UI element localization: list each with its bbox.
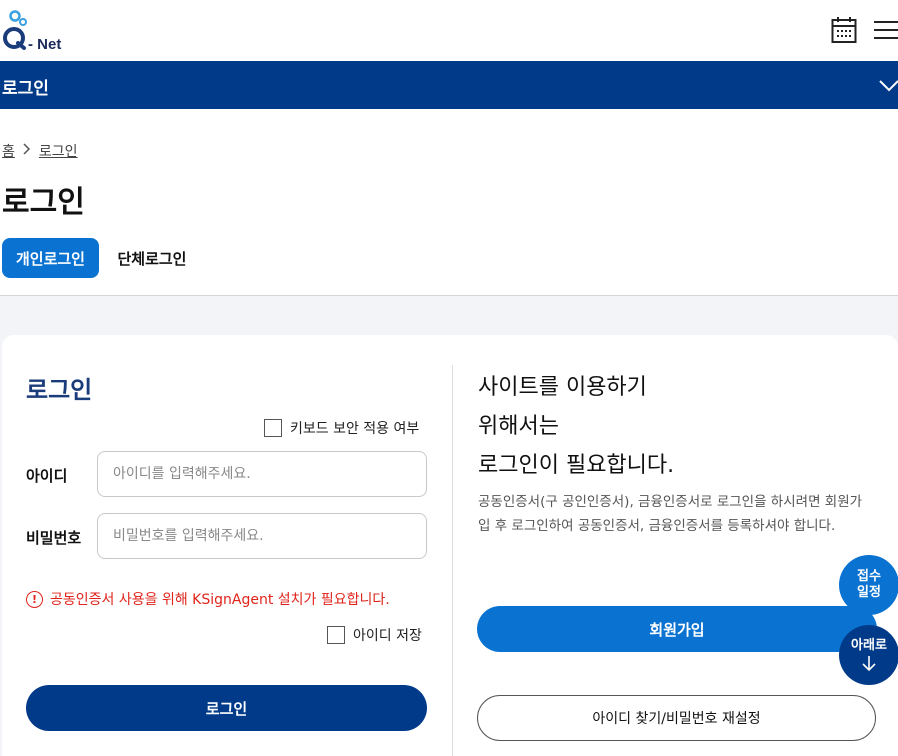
- save-id-checkbox[interactable]: [327, 626, 345, 644]
- logo-text: - Net: [28, 36, 62, 53]
- qnet-logo[interactable]: - Net: [2, 8, 72, 53]
- certificate-warning: ! 공동인증서 사용을 위해 KSignAgent 설치가 필요합니다.: [26, 589, 390, 609]
- breadcrumb-home[interactable]: 홈: [2, 141, 15, 161]
- info-heading-line-3: 로그인이 필요합니다.: [478, 453, 675, 478]
- calendar-icon: [831, 17, 857, 43]
- scroll-down-label: 아래로: [851, 638, 887, 653]
- info-heading-line-2: 위해서는: [478, 414, 559, 439]
- schedule-float-button[interactable]: 접수 일정: [839, 555, 898, 615]
- password-label: 비밀번호: [26, 529, 82, 547]
- password-input[interactable]: [97, 513, 427, 559]
- info-description: 공동인증서(구 공인인증서), 금융인증서로 로그인을 하시려면 회원가입 후 …: [478, 494, 863, 534]
- section-navbar[interactable]: 로그인: [0, 61, 898, 109]
- id-input[interactable]: [97, 451, 427, 497]
- chevron-right-icon: [23, 143, 31, 159]
- arrow-down-icon: [862, 656, 876, 672]
- card-separator: [452, 365, 453, 756]
- tab-group-login[interactable]: 단체로그인: [107, 238, 197, 278]
- scroll-down-float-button[interactable]: 아래로: [839, 625, 898, 685]
- schedule-label-1: 접수: [857, 569, 881, 584]
- info-heading-line-1: 사이트를 이용하기: [478, 375, 647, 400]
- navbar-title: 로그인: [2, 79, 49, 99]
- hamburger-icon: [874, 21, 898, 39]
- warning-icon: !: [26, 590, 43, 608]
- warning-text: 공동인증서 사용을 위해 KSignAgent 설치가 필요합니다.: [50, 592, 390, 608]
- save-id-label: 아이디 저장: [353, 628, 422, 644]
- breadcrumb: 홈 로그인: [2, 141, 78, 161]
- keyboard-security-checkbox[interactable]: [264, 419, 282, 437]
- info-heading: 사이트를 이용하기 위해서는 로그인이 필요합니다.: [478, 368, 674, 485]
- login-heading: 로그인: [26, 376, 93, 404]
- schedule-label-2: 일정: [857, 585, 881, 600]
- find-account-button[interactable]: 아이디 찾기/비밀번호 재설정: [477, 695, 876, 741]
- keyboard-security-toggle[interactable]: 키보드 보안 적용 여부: [264, 418, 419, 438]
- keyboard-security-label: 키보드 보안 적용 여부: [290, 421, 420, 437]
- login-button[interactable]: 로그인: [26, 685, 427, 731]
- menu-button[interactable]: [874, 20, 898, 40]
- top-header: - Net: [0, 0, 898, 61]
- page-title: 로그인: [2, 185, 85, 220]
- join-button[interactable]: 회원가입: [477, 606, 877, 652]
- calendar-button[interactable]: [831, 16, 857, 44]
- tab-personal-login[interactable]: 개인로그인: [2, 238, 99, 278]
- id-label: 아이디: [26, 467, 68, 485]
- chevron-down-icon[interactable]: [878, 75, 898, 95]
- save-id-toggle[interactable]: 아이디 저장: [327, 625, 422, 645]
- breadcrumb-current[interactable]: 로그인: [39, 141, 78, 161]
